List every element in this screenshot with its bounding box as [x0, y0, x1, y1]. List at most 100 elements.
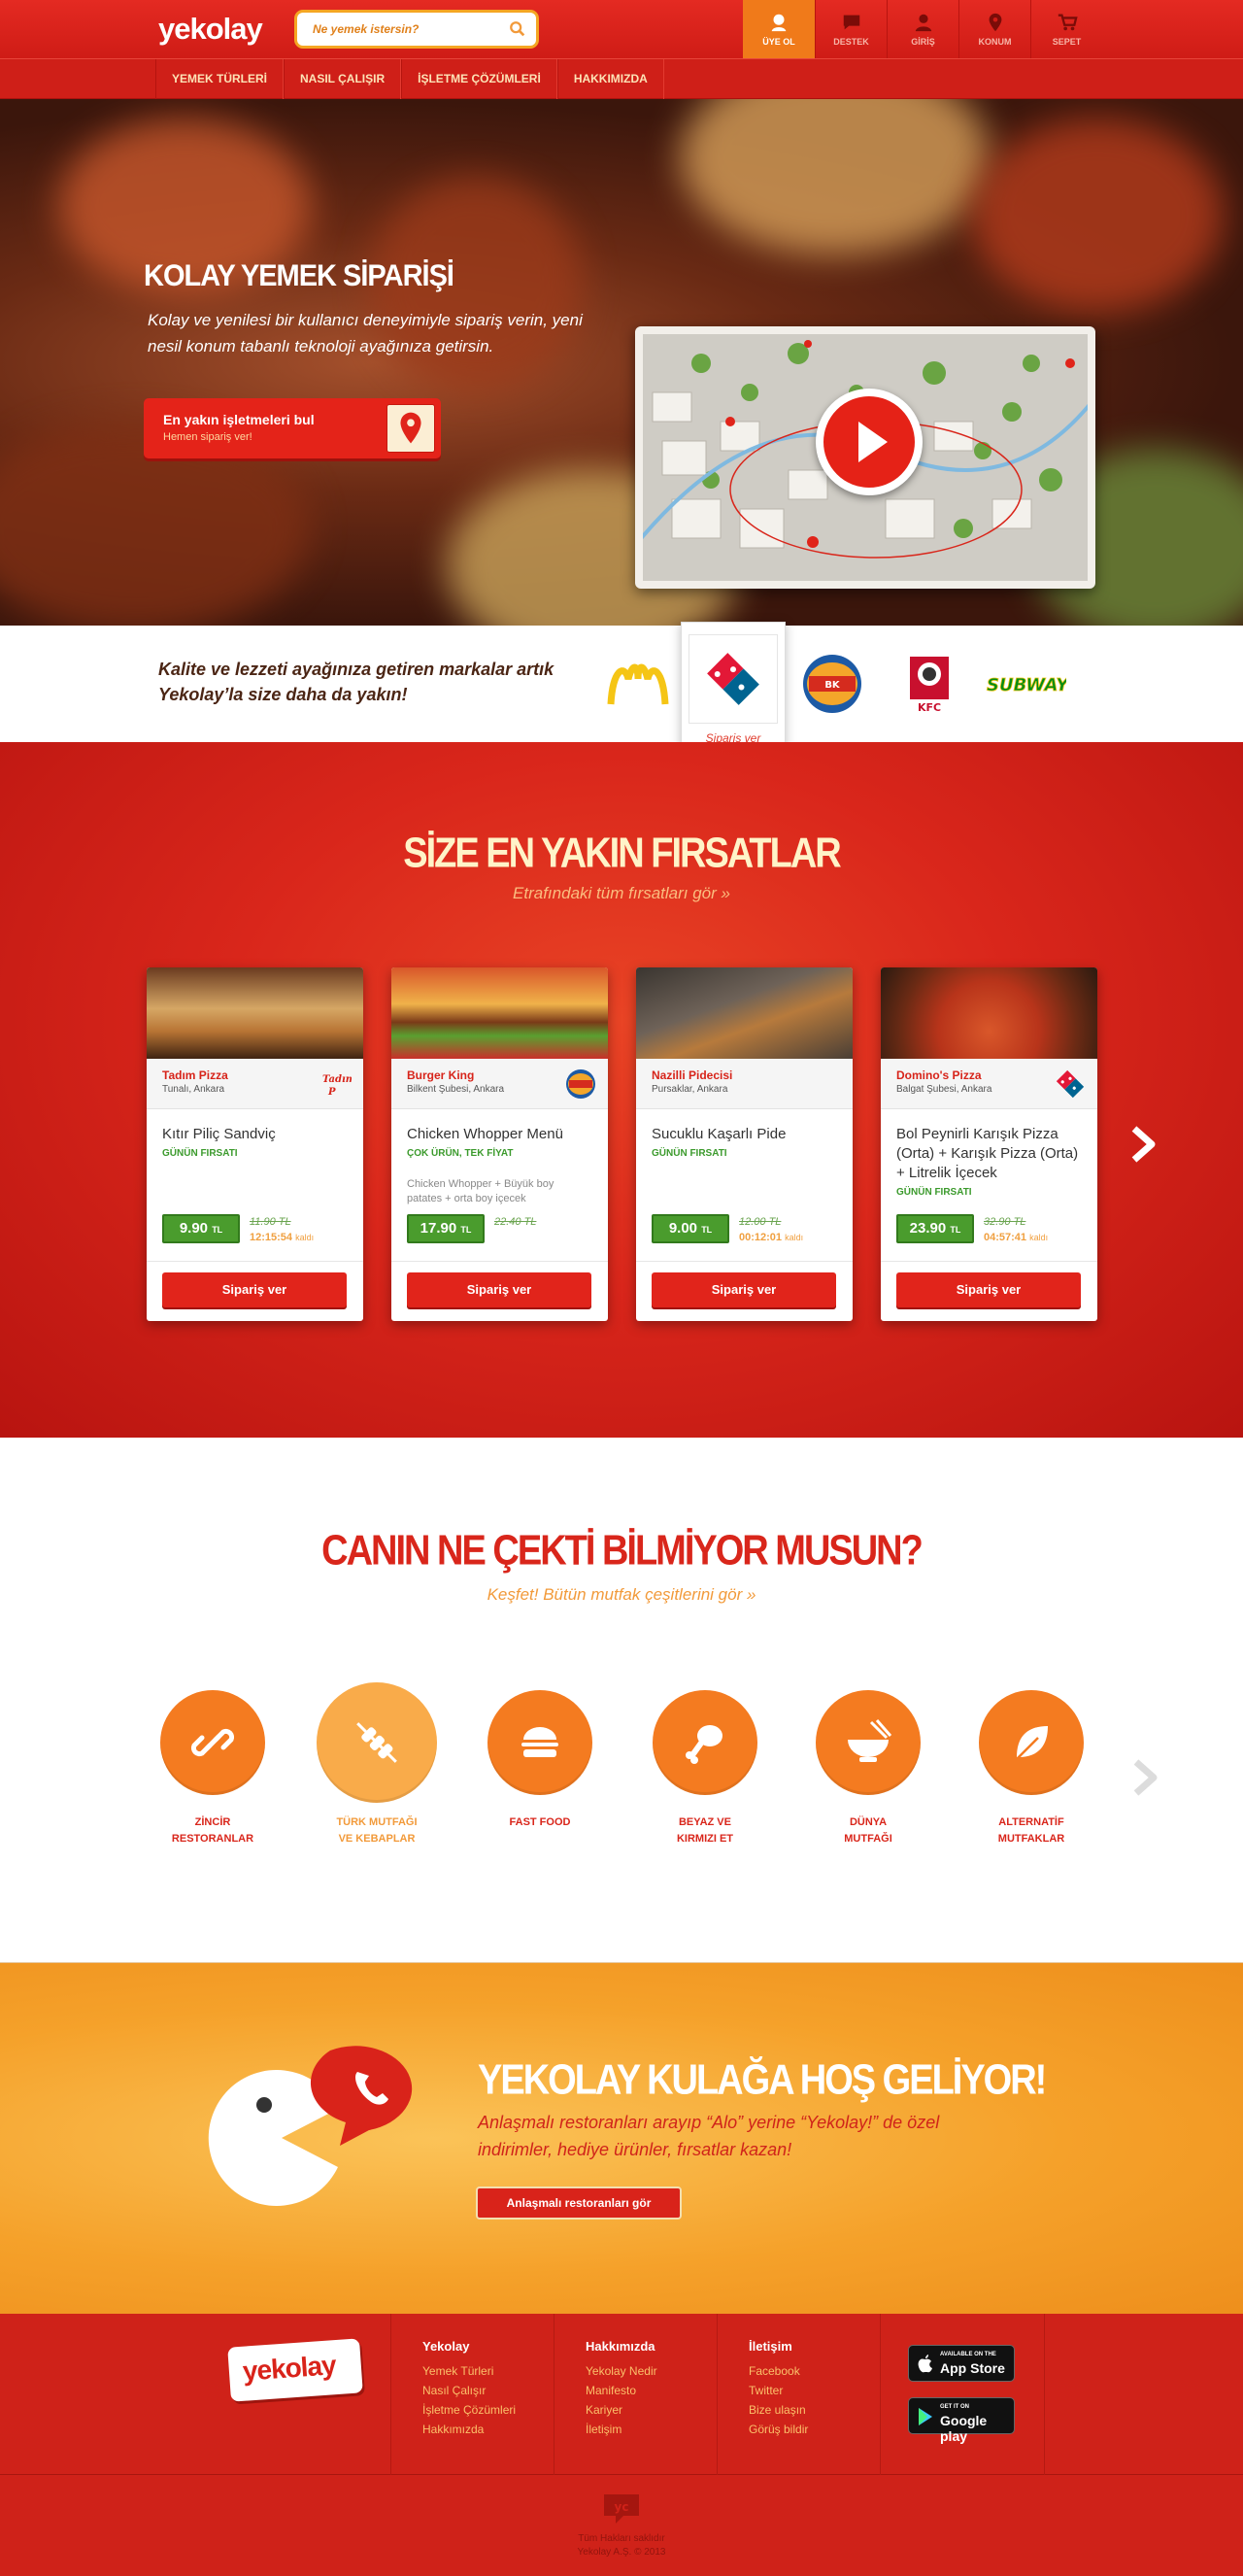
- footer-col-apps: AVAILABLE ON THE App Store GET IT ON Goo…: [880, 2314, 1045, 2475]
- nav-item-how-it-works[interactable]: NASIL ÇALIŞIR: [284, 59, 402, 99]
- shop-logo-icon: [566, 1069, 595, 1099]
- category-world-cuisine[interactable]: DÜNYA MUTFAĞI: [800, 1690, 936, 1847]
- google-play-small: GET IT ON: [940, 2404, 969, 2410]
- footer-link[interactable]: Facebook: [749, 2361, 880, 2381]
- categories-all-link[interactable]: Keşfet! Bütün mutfak çeşitlerini gör »: [0, 1585, 1243, 1605]
- deal-shop: Domino's Pizza Balgat Şubesi, Ankara: [881, 1059, 1097, 1109]
- category-fast-food[interactable]: FAST FOOD: [472, 1690, 608, 1831]
- burger-icon: [521, 1727, 558, 1757]
- deal-card[interactable]: Nazilli Pidecisi Pursaklar, Ankara Sucuk…: [636, 967, 853, 1321]
- order-button[interactable]: Sipariş ver: [652, 1272, 836, 1307]
- login-button[interactable]: GİRİŞ: [887, 0, 958, 58]
- support-button[interactable]: DESTEK: [815, 0, 887, 58]
- copyright-line-2: Yekolay A.Ş. © 2013: [577, 2547, 666, 2558]
- order-button[interactable]: Sipariş ver: [407, 1272, 591, 1307]
- deals-section: SİZE EN YAKIN FIRSATLAR Etrafındaki tüm …: [0, 742, 1243, 1438]
- deal-card[interactable]: Burger King Bilkent Şubesi, Ankara Chick…: [391, 967, 608, 1321]
- shop-name[interactable]: Tadım Pizza: [162, 1068, 228, 1082]
- logo[interactable]: yekolay: [158, 12, 263, 47]
- divider: [881, 1261, 1097, 1262]
- categories-next-arrow-icon[interactable]: [1130, 1758, 1159, 1797]
- hero-title: KOLAY YEMEK SİPARİŞİ: [144, 258, 454, 293]
- brand-logo-subway[interactable]: SUBWAY: [981, 645, 1068, 723]
- footer-logo[interactable]: yekolay: [227, 2338, 363, 2402]
- footer: yekolay Yekolay Yemek Türleri Nasıl Çalı…: [0, 2314, 1243, 2576]
- footer-col-about: Hakkımızda Yekolay Nedir Manifesto Kariy…: [554, 2314, 717, 2475]
- partner-restaurants-button[interactable]: Anlaşmalı restoranları gör: [476, 2186, 682, 2220]
- cart-button[interactable]: SEPET: [1030, 0, 1102, 58]
- google-play-button[interactable]: GET IT ON Google play: [908, 2397, 1015, 2444]
- deals-next-arrow-icon[interactable]: [1128, 1125, 1158, 1164]
- svg-text:SUBWAY: SUBWAY: [987, 675, 1066, 695]
- brand-logo-burgerking[interactable]: BK: [789, 645, 876, 723]
- category-meat[interactable]: BEYAZ VE KIRMIZI ET: [637, 1690, 773, 1847]
- footer-small-logo-icon: yc: [604, 2494, 639, 2524]
- shop-name[interactable]: Nazilli Pidecisi: [652, 1068, 732, 1082]
- brand-logo-kfc[interactable]: KFC: [886, 645, 973, 723]
- deal-name: Kıtır Piliç Sandviç: [162, 1126, 276, 1142]
- deal-shop: Burger King Bilkent Şubesi, Ankara: [391, 1059, 608, 1109]
- category-label: BEYAZ VE KIRMIZI ET: [676, 1816, 734, 1845]
- deal-price: 9.00 TL: [652, 1214, 729, 1243]
- svg-text:KFC: KFC: [918, 701, 941, 714]
- shop-location: Balgat Şubesi, Ankara: [896, 1084, 992, 1095]
- footer-col-title: Hakkımızda: [586, 2339, 655, 2354]
- chain-link-icon: [190, 1728, 235, 1757]
- play-button[interactable]: [816, 389, 923, 495]
- footer-link[interactable]: Bize ulaşın: [749, 2400, 880, 2420]
- hero-bg-blur: [971, 119, 1224, 313]
- category-alternative[interactable]: ALTERNATİF MUTFAKLAR: [963, 1690, 1099, 1847]
- app-store-button[interactable]: AVAILABLE ON THE App Store: [908, 2345, 1015, 2382]
- search-icon[interactable]: [509, 20, 526, 38]
- svg-text:yc: yc: [615, 2500, 629, 2514]
- leaf-icon: [1016, 1726, 1048, 1760]
- deal-countdown: 00:12:01 kaldı: [739, 1232, 804, 1243]
- shop-name[interactable]: Domino's Pizza: [896, 1068, 982, 1082]
- brand-logo-dominos[interactable]: Sipariş ver: [681, 622, 786, 754]
- location-button[interactable]: KONUM: [958, 0, 1030, 58]
- promo-section: YEKOLAY KULAĞA HOŞ GELİYOR! Anlaşmalı re…: [0, 1962, 1243, 2314]
- nav-item-food-types[interactable]: YEMEK TÜRLERİ: [155, 59, 285, 99]
- footer-columns: yekolay Yekolay Yemek Türleri Nasıl Çalı…: [0, 2314, 1243, 2475]
- nav-item-business[interactable]: İŞLETME ÇÖZÜMLERİ: [401, 59, 557, 99]
- footer-link[interactable]: Görüş bildir: [749, 2420, 880, 2439]
- search-placeholder: Ne yemek istersin?: [313, 22, 420, 36]
- header-tools: + ÜYE OL DESTEK GİRİŞ KONUM SEPET: [743, 0, 1102, 58]
- deal-countdown: 04:57:41 kaldı: [984, 1232, 1049, 1243]
- deal-tag: GÜNÜN FIRSATI: [896, 1187, 972, 1198]
- footer-link[interactable]: Nasıl Çalışır: [422, 2381, 554, 2400]
- deal-tag: GÜNÜN FIRSATI: [162, 1148, 238, 1159]
- deal-card[interactable]: Tadım Pizza Tunalı, Ankara Tadım P Kıtır …: [147, 967, 363, 1321]
- deals-all-link[interactable]: Etrafındaki tüm fırsatları gör »: [0, 884, 1243, 903]
- footer-col-title: Yekolay: [422, 2339, 470, 2354]
- footer-link[interactable]: Yekolay Nedir: [586, 2361, 717, 2381]
- shop-name[interactable]: Burger King: [407, 1068, 474, 1082]
- chat-icon: [843, 15, 859, 30]
- deal-card[interactable]: Domino's Pizza Balgat Şubesi, Ankara Bol…: [881, 967, 1097, 1321]
- deal-image: [636, 967, 853, 1059]
- signup-button[interactable]: + ÜYE OL: [743, 0, 815, 58]
- footer-col-contact: İletişim Facebook Twitter Bize ulaşın Gö…: [717, 2314, 880, 2475]
- find-nearby-button[interactable]: En yakın işletmeleri bul Hemen sipariş v…: [144, 398, 441, 458]
- order-button[interactable]: Sipariş ver: [896, 1272, 1081, 1307]
- footer-link[interactable]: Manifesto: [586, 2381, 717, 2400]
- noodle-bowl-icon: [848, 1719, 892, 1762]
- footer-link[interactable]: Twitter: [749, 2381, 880, 2400]
- brand-logo-mcdonalds[interactable]: [594, 645, 682, 723]
- footer-link[interactable]: Yemek Türleri: [422, 2361, 554, 2381]
- deal-tag: GÜNÜN FIRSATI: [652, 1148, 727, 1159]
- search-input[interactable]: Ne yemek istersin?: [297, 13, 536, 46]
- order-button[interactable]: Sipariş ver: [162, 1272, 347, 1307]
- footer-link[interactable]: İşletme Çözümleri: [422, 2400, 554, 2420]
- category-turkish-kebab[interactable]: TÜRK MUTFAĞI VE KEBAPLAR: [309, 1682, 445, 1847]
- footer-link[interactable]: Kariyer: [586, 2400, 717, 2420]
- shop-logo-icon: Tadım P: [322, 1074, 352, 1098]
- nav-item-about[interactable]: HAKKIMIZDA: [556, 59, 664, 99]
- footer-link[interactable]: İletişim: [586, 2420, 717, 2439]
- intro-video[interactable]: [635, 326, 1095, 589]
- dominos-logo: [689, 634, 778, 724]
- footer-link[interactable]: Hakkımızda: [422, 2420, 554, 2439]
- category-chain-restaurants[interactable]: ZİNCİR RESTORANLAR: [145, 1690, 281, 1847]
- deals-title: SİZE EN YAKIN FIRSATLAR: [403, 830, 841, 878]
- deal-old-price: 11.90 TL: [250, 1216, 291, 1228]
